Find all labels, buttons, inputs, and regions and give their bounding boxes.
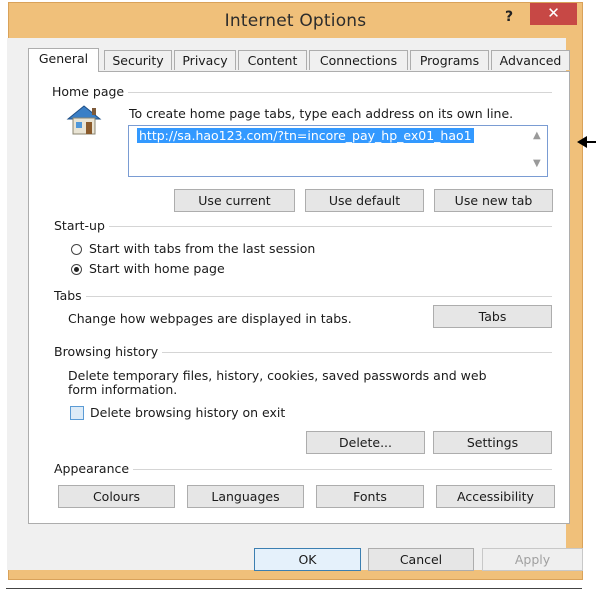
radio-home-page-label[interactable]: Start with home page [89,261,225,276]
appearance-group-label: Appearance [54,461,134,476]
delete-on-exit-checkbox[interactable] [70,406,84,420]
close-button[interactable]: ✕ [530,3,577,25]
delete-button[interactable]: Delete... [306,431,425,454]
title-bar[interactable]: Internet Options ? ✕ [9,3,582,41]
home-page-instruction: To create home page tabs, type each addr… [129,106,514,121]
home-page-url-textarea[interactable]: http://sa.hao123.com/?tn=incore_pay_hp_e… [128,125,548,177]
scroll-down-icon[interactable]: ▼ [533,158,541,169]
pointer-arrow-line [585,141,596,143]
tab-connections[interactable]: Connections [309,50,408,70]
radio-last-session[interactable] [71,244,82,255]
delete-on-exit-label[interactable]: Delete browsing history on exit [90,405,285,420]
radio-last-session-label[interactable]: Start with tabs from the last session [89,241,315,256]
languages-button[interactable]: Languages [187,485,304,508]
ok-button[interactable]: OK [254,548,361,571]
browsing-history-group-label: Browsing history [54,344,163,359]
home-page-url-value: http://sa.hao123.com/?tn=incore_pay_hp_e… [137,128,474,143]
startup-group-label: Start-up [54,218,109,233]
browsing-history-description-line1: Delete temporary files, history, cookies… [68,368,487,383]
tabs-description: Change how webpages are displayed in tab… [68,311,352,326]
use-default-button[interactable]: Use default [305,189,424,212]
tab-security[interactable]: Security [104,50,172,70]
tab-general[interactable]: General [28,48,99,72]
home-page-group-label: Home page [52,84,129,99]
scroll-up-icon[interactable]: ▲ [533,130,541,141]
browsing-history-description-line2: form information. [68,382,178,397]
colours-button[interactable]: Colours [58,485,175,508]
tabs-button[interactable]: Tabs [433,305,552,328]
apply-button[interactable]: Apply [482,548,583,571]
settings-button[interactable]: Settings [433,431,552,454]
house-icon [64,103,104,137]
help-button[interactable]: ? [494,5,524,29]
tabs-divider [54,296,552,297]
tab-privacy[interactable]: Privacy [174,50,236,70]
tabs-group-label: Tabs [54,288,86,303]
radio-home-page[interactable] [71,264,82,275]
use-new-tab-button[interactable]: Use new tab [434,189,553,212]
accessibility-button[interactable]: Accessibility [436,485,555,508]
tab-programs[interactable]: Programs [410,50,489,70]
fonts-button[interactable]: Fonts [316,485,424,508]
tab-content[interactable]: Content [238,50,307,70]
cancel-button[interactable]: Cancel [368,548,474,571]
startup-divider [54,226,552,227]
tab-advanced[interactable]: Advanced [491,50,570,70]
bottom-rule [6,588,582,589]
use-current-button[interactable]: Use current [174,189,295,212]
textarea-scrollbar[interactable]: ▲ ▼ [529,126,547,176]
